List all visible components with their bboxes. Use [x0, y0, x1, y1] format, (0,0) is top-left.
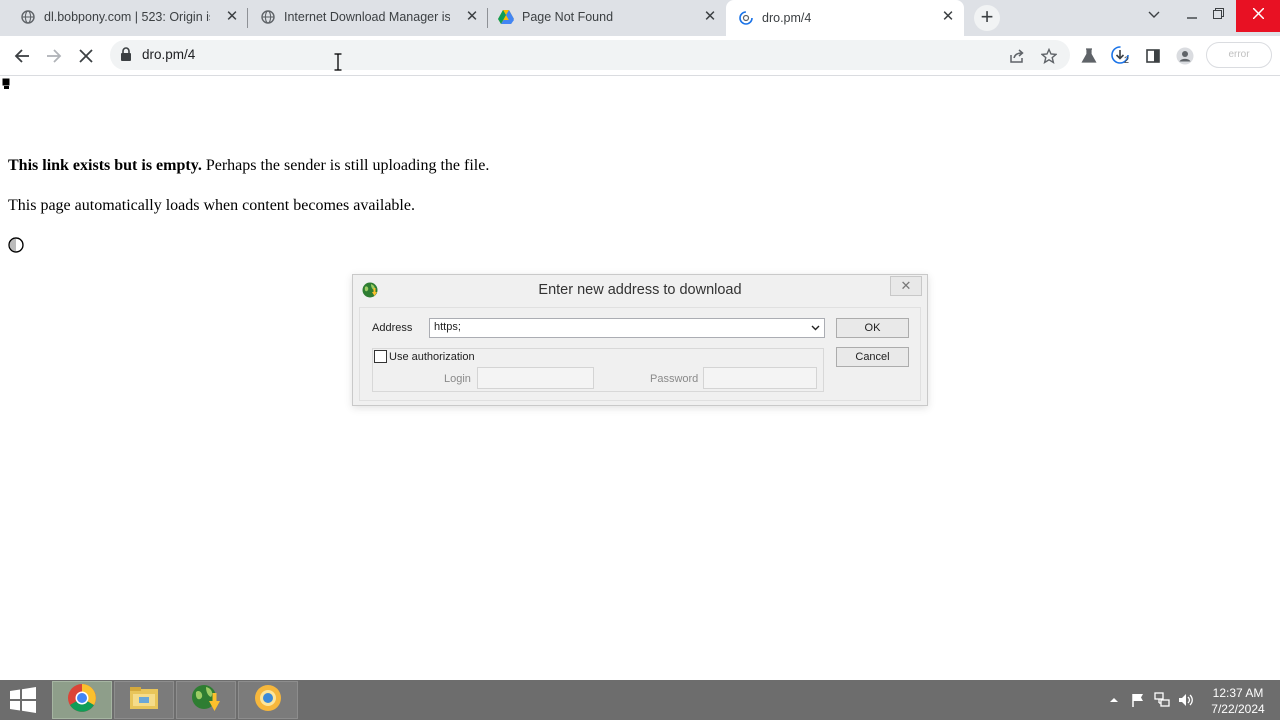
- restore-button[interactable]: [1200, 0, 1236, 32]
- address-label: Address: [372, 322, 413, 334]
- taskbar-idm-button[interactable]: [176, 681, 236, 719]
- taskbar-explorer-button[interactable]: [114, 681, 174, 719]
- tab-search-icon[interactable]: [1136, 0, 1172, 32]
- profile-error-chip[interactable]: error: [1206, 42, 1272, 68]
- ok-button[interactable]: OK: [836, 318, 909, 338]
- chevron-up-icon[interactable]: [1106, 692, 1122, 708]
- address-value: https;: [434, 321, 461, 333]
- url-text: dro.pm/4: [142, 47, 196, 62]
- new-tab-button[interactable]: +: [974, 5, 1000, 31]
- tab-strip: dl.bobpony.com | 523: Origin is ✕ Intern…: [0, 0, 1280, 36]
- address-bar[interactable]: dro.pm/4: [110, 40, 1070, 70]
- drive-icon: [498, 9, 514, 25]
- action-center-flag-icon[interactable]: [1130, 692, 1146, 708]
- taskbar: 12:37 AM 7/22/2024: [0, 680, 1280, 720]
- loading-globe-icon: [738, 10, 754, 26]
- clock-date: 7/22/2024: [1211, 702, 1265, 716]
- use-authorization-label: Use authorization: [389, 350, 475, 363]
- tab-bobpony[interactable]: dl.bobpony.com | 523: Origin is ✕: [0, 0, 248, 34]
- use-authorization-checkbox-row[interactable]: Use authorization: [374, 350, 479, 363]
- dialog-titlebar[interactable]: Enter new address to download ✕: [353, 275, 927, 305]
- login-label: Login: [444, 373, 471, 385]
- window-close-button[interactable]: [1236, 0, 1280, 32]
- broken-image-icon: [2, 77, 11, 89]
- taskbar-browser-button[interactable]: [238, 681, 298, 719]
- profile-avatar-icon[interactable]: [1173, 44, 1197, 68]
- windows-start-icon[interactable]: [8, 687, 40, 715]
- status-message-bold: This link exists but is empty.: [8, 157, 202, 174]
- login-input[interactable]: [477, 367, 594, 389]
- close-icon[interactable]: ✕: [940, 9, 956, 25]
- tab-page-not-found[interactable]: Page Not Found ✕: [488, 0, 726, 34]
- chrome-icon: [67, 683, 97, 718]
- status-message-rest: Perhaps the sender is still uploading th…: [201, 157, 490, 174]
- dialog-title: Enter new address to download: [538, 282, 742, 298]
- globe-icon: [20, 9, 36, 25]
- dialog-body: Address https; OK Cancel Use authorizati…: [359, 307, 921, 401]
- browser-app-icon: [254, 684, 282, 717]
- taskbar-clock[interactable]: 12:37 AM 7/22/2024: [1200, 685, 1276, 717]
- dialog-close-button[interactable]: ✕: [890, 276, 922, 296]
- close-icon[interactable]: ✕: [224, 9, 240, 25]
- tab-dro-pm[interactable]: dro.pm/4 ✕: [726, 0, 964, 36]
- chevron-down-icon[interactable]: [808, 320, 822, 336]
- new-download-dialog: Enter new address to download ✕ Address …: [352, 274, 928, 406]
- status-message: This link exists but is empty. Perhaps t…: [8, 157, 489, 175]
- share-icon[interactable]: [1005, 44, 1029, 68]
- tab-title: dl.bobpony.com | 523: Origin is: [44, 10, 210, 24]
- use-authorization-checkbox[interactable]: [374, 350, 387, 363]
- browser-toolbar: dro.pm/4 2 error: [0, 36, 1280, 76]
- clock-time: 12:37 AM: [1212, 686, 1264, 700]
- file-explorer-icon: [129, 685, 159, 716]
- lock-icon[interactable]: [120, 47, 134, 63]
- close-icon[interactable]: ✕: [702, 9, 718, 25]
- download-count-badge: 2: [1124, 55, 1130, 65]
- cancel-button[interactable]: Cancel: [836, 347, 909, 367]
- tab-title: dro.pm/4: [762, 11, 812, 25]
- password-label: Password: [650, 373, 699, 385]
- extension-labs-icon[interactable]: [1077, 44, 1101, 68]
- idm-globe-icon: [190, 683, 222, 718]
- forward-button[interactable]: [42, 44, 66, 68]
- bookmark-star-icon[interactable]: [1037, 44, 1061, 68]
- system-tray: [1100, 680, 1210, 720]
- autoload-message: This page automatically loads when conte…: [8, 197, 415, 214]
- tab-title: Internet Download Manager is a: [284, 10, 450, 24]
- address-combobox[interactable]: https;: [429, 318, 825, 338]
- tab-title: Page Not Found: [522, 10, 614, 24]
- network-icon[interactable]: [1154, 692, 1170, 708]
- side-panel-icon[interactable]: [1141, 44, 1165, 68]
- stop-loading-button[interactable]: [74, 44, 98, 68]
- globe-icon: [260, 9, 276, 25]
- text-cursor-icon: [333, 53, 343, 71]
- close-icon[interactable]: ✕: [464, 9, 480, 25]
- password-input[interactable]: [703, 367, 817, 389]
- download-icon[interactable]: 2: [1109, 44, 1133, 68]
- back-button[interactable]: [10, 44, 34, 68]
- tab-idm[interactable]: Internet Download Manager is a ✕: [248, 0, 488, 34]
- taskbar-chrome-button[interactable]: [52, 681, 112, 719]
- loading-spinner-icon: [8, 237, 24, 253]
- volume-icon[interactable]: [1178, 692, 1194, 708]
